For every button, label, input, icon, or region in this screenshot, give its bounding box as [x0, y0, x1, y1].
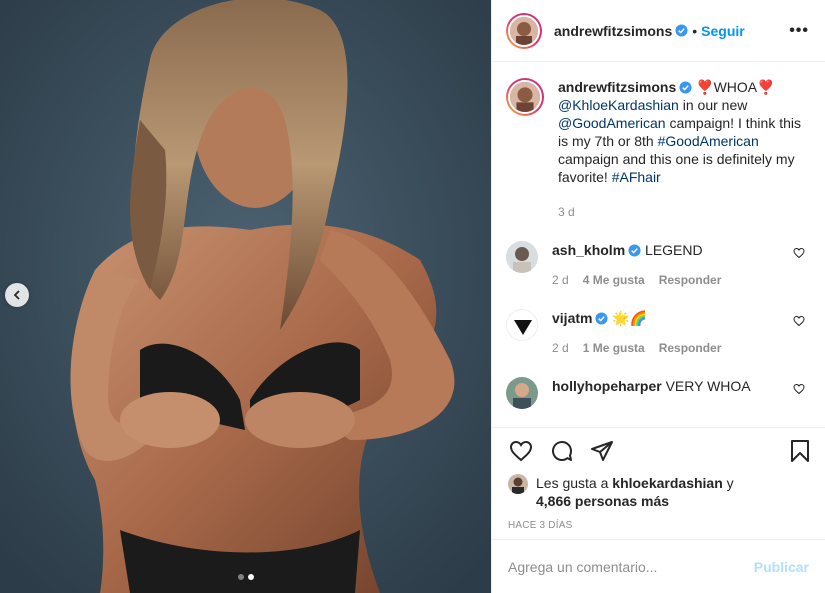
- carousel-dot: [237, 574, 244, 580]
- follow-button[interactable]: Seguir: [701, 23, 745, 39]
- likes-suffix: y: [722, 475, 734, 491]
- heart-icon[interactable]: [793, 247, 805, 259]
- mention-khloe[interactable]: @KhloeKardashian: [558, 97, 679, 113]
- comment-icon[interactable]: [550, 439, 574, 463]
- publish-button[interactable]: Publicar: [754, 559, 809, 575]
- heart-icon[interactable]: [793, 383, 805, 395]
- liker-username[interactable]: khloekardashian: [612, 475, 723, 491]
- comment-time[interactable]: 2 d: [552, 339, 569, 357]
- emoji-heart-a: ❣️: [696, 79, 714, 95]
- share-icon[interactable]: [590, 439, 614, 463]
- heart-icon[interactable]: [508, 439, 534, 463]
- caption-text-1: in our new: [678, 97, 748, 113]
- comment-likes[interactable]: 4 Me gusta: [583, 271, 645, 289]
- comments-section: andrewfitzsimons ❣️WHOA❣️ @KhloeKardashi…: [492, 62, 825, 427]
- add-comment-bar: Publicar: [492, 539, 825, 593]
- commenter-username[interactable]: hollyhopeharper: [552, 378, 662, 394]
- hashtag-afhair[interactable]: #AFhair: [612, 169, 661, 185]
- caption-text: andrewfitzsimons ❣️WHOA❣️ @KhloeKardashi…: [558, 78, 808, 221]
- more-icon[interactable]: •••: [789, 22, 809, 40]
- comment-text: VERY WHOA: [665, 378, 751, 394]
- caption-text-3: campaign and this one is definitely my f…: [558, 151, 795, 185]
- carousel-indicator: [0, 574, 491, 580]
- bookmark-icon[interactable]: [789, 439, 811, 463]
- caption-username[interactable]: andrewfitzsimons: [558, 79, 676, 95]
- commenter-username[interactable]: vijatm: [552, 310, 592, 326]
- post-details: andrewfitzsimons • Seguir ••• andrewfitz…: [491, 0, 825, 593]
- comment-time[interactable]: 2 d: [552, 271, 569, 289]
- verified-icon: [679, 81, 692, 94]
- commenter-avatar[interactable]: [506, 309, 538, 341]
- caption-avatar[interactable]: [506, 78, 544, 116]
- post-media[interactable]: [0, 0, 491, 593]
- verified-icon: [595, 312, 609, 325]
- post-actions: Les gusta a khloekardashian y 4,866 pers…: [492, 427, 825, 539]
- comment-likes[interactable]: 1 Me gusta: [583, 339, 645, 357]
- comment-text: 🌟🌈: [612, 310, 648, 326]
- emoji-heart-b: ❣️: [757, 79, 775, 95]
- hashtag-goodamerican[interactable]: #GoodAmerican: [658, 133, 759, 149]
- author-avatar[interactable]: [506, 12, 542, 49]
- verified-icon: [628, 244, 641, 257]
- instagram-post: andrewfitzsimons • Seguir ••• andrewfitz…: [0, 0, 825, 593]
- chevron-left-icon: [13, 290, 20, 300]
- verified-icon: [675, 24, 688, 37]
- post-header: andrewfitzsimons • Seguir •••: [492, 0, 825, 62]
- author-username[interactable]: andrewfitzsimons: [554, 23, 672, 39]
- liker-avatar[interactable]: [508, 474, 528, 494]
- comment-text: LEGEND: [645, 242, 703, 258]
- caption-time[interactable]: 3 d: [558, 203, 808, 221]
- post-date[interactable]: HACE 3 DÍAS: [508, 520, 811, 531]
- comment-input[interactable]: [508, 558, 754, 575]
- post-photo: [0, 0, 491, 593]
- caption: andrewfitzsimons ❣️WHOA❣️ @KhloeKardashi…: [506, 78, 809, 221]
- likes-count[interactable]: 4,866 personas más: [536, 493, 669, 509]
- heart-icon[interactable]: [793, 315, 805, 327]
- reply-button[interactable]: Responder: [659, 339, 722, 357]
- previous-slide-button[interactable]: [5, 283, 29, 307]
- likes-prefix: Les gusta a: [536, 475, 613, 491]
- separator-dot: •: [692, 22, 698, 39]
- commenter-username[interactable]: ash_kholm: [552, 242, 625, 258]
- mention-goodamerican[interactable]: @GoodAmerican: [558, 115, 666, 131]
- carousel-dot: [247, 574, 254, 580]
- comment-item: hollyhopeharper VERY WHOA: [506, 377, 809, 409]
- comment-item: ash_kholm LEGEND 2 d 4 Me gusta Responde…: [506, 241, 809, 289]
- commenter-avatar[interactable]: [506, 241, 538, 273]
- caption-headline: WHOA: [713, 79, 758, 95]
- reply-button[interactable]: Responder: [659, 271, 722, 289]
- likes-summary: Les gusta a khloekardashian y 4,866 pers…: [508, 474, 811, 510]
- commenter-avatar[interactable]: [506, 377, 538, 409]
- comment-item: vijatm 🌟🌈 2 d 1 Me gusta Responder: [506, 309, 809, 357]
